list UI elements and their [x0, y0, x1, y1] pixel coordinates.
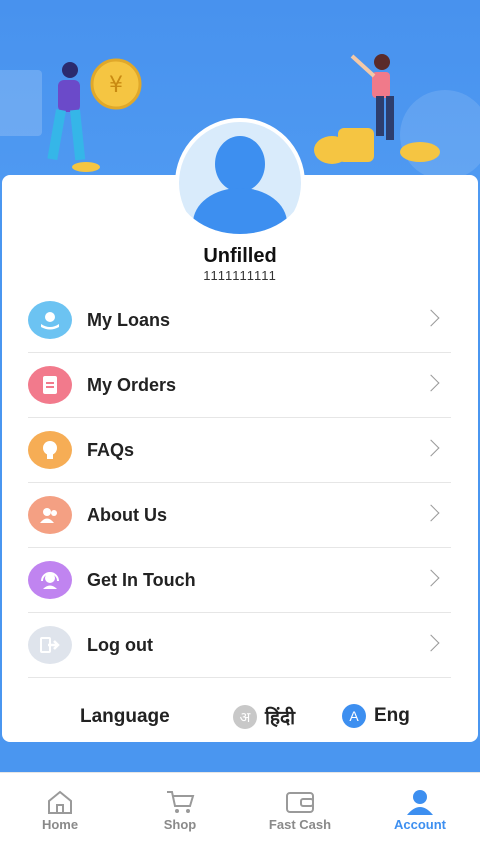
menu-item-label: Log out — [87, 634, 153, 655]
menu-item-label: Get In Touch — [87, 569, 196, 590]
chevron-right-icon — [422, 504, 440, 522]
menu-item-faqs[interactable]: FAQs — [28, 418, 451, 483]
tab-home[interactable]: Home — [0, 773, 120, 853]
language-option-label: Eng — [374, 705, 410, 726]
menu-item-my-orders[interactable]: My Orders — [28, 353, 451, 418]
menu-item-my-loans[interactable]: My Loans — [28, 288, 451, 353]
menu-item-label: About Us — [87, 504, 167, 525]
tab-fast-cash[interactable]: Fast Cash — [240, 773, 360, 853]
menu-item-label: My Loans — [87, 309, 171, 330]
menu-item-get-in-touch[interactable]: Get In Touch — [28, 548, 451, 613]
tab-account[interactable]: Account — [360, 773, 480, 853]
menu-item-log-out[interactable]: Log out — [28, 613, 451, 678]
menu-item-about-us[interactable]: About Us — [28, 483, 451, 548]
tab-label: Account — [394, 817, 446, 832]
language-selector: Language अ हिंदी A Eng — [0, 700, 480, 736]
profile-name: Unfilled — [203, 245, 277, 267]
chevron-right-icon — [422, 309, 440, 327]
language-title: Language — [80, 706, 170, 727]
avatar-placeholder-icon — [179, 122, 301, 234]
chevron-right-icon — [422, 374, 440, 392]
lightbulb-icon — [28, 431, 72, 469]
home-icon — [45, 789, 75, 815]
headset-icon — [28, 561, 72, 599]
language-option-hindi[interactable]: अ हिंदी — [233, 704, 295, 730]
menu-item-label: My Orders — [87, 374, 177, 395]
account-menu: My Loans My Orders FAQs About Us Get In … — [28, 288, 451, 678]
chevron-right-icon — [422, 439, 440, 457]
chevron-right-icon — [422, 569, 440, 587]
language-option-english[interactable]: A Eng — [342, 704, 410, 728]
hindi-badge-icon: अ — [233, 705, 257, 729]
language-option-label: हिंदी — [265, 708, 296, 729]
english-badge-icon: A — [342, 704, 366, 728]
people-icon — [28, 496, 72, 534]
bottom-tab-bar: Home Shop Fast Cash Account — [0, 772, 480, 853]
document-icon — [28, 366, 72, 404]
cart-icon — [165, 789, 195, 815]
account-icon — [405, 789, 435, 815]
profile-phone: 1111111111 — [203, 268, 277, 283]
tab-shop[interactable]: Shop — [120, 773, 240, 853]
tab-label: Home — [41, 817, 79, 832]
chevron-right-icon — [422, 634, 440, 652]
tab-label: Shop — [163, 817, 197, 832]
svg-text:¥: ¥ — [109, 73, 123, 98]
logout-icon — [28, 626, 72, 664]
tab-label: Fast Cash — [268, 817, 332, 832]
wallet-icon — [285, 789, 315, 815]
menu-item-label: FAQs — [87, 439, 135, 460]
hand-coin-icon — [28, 301, 72, 339]
